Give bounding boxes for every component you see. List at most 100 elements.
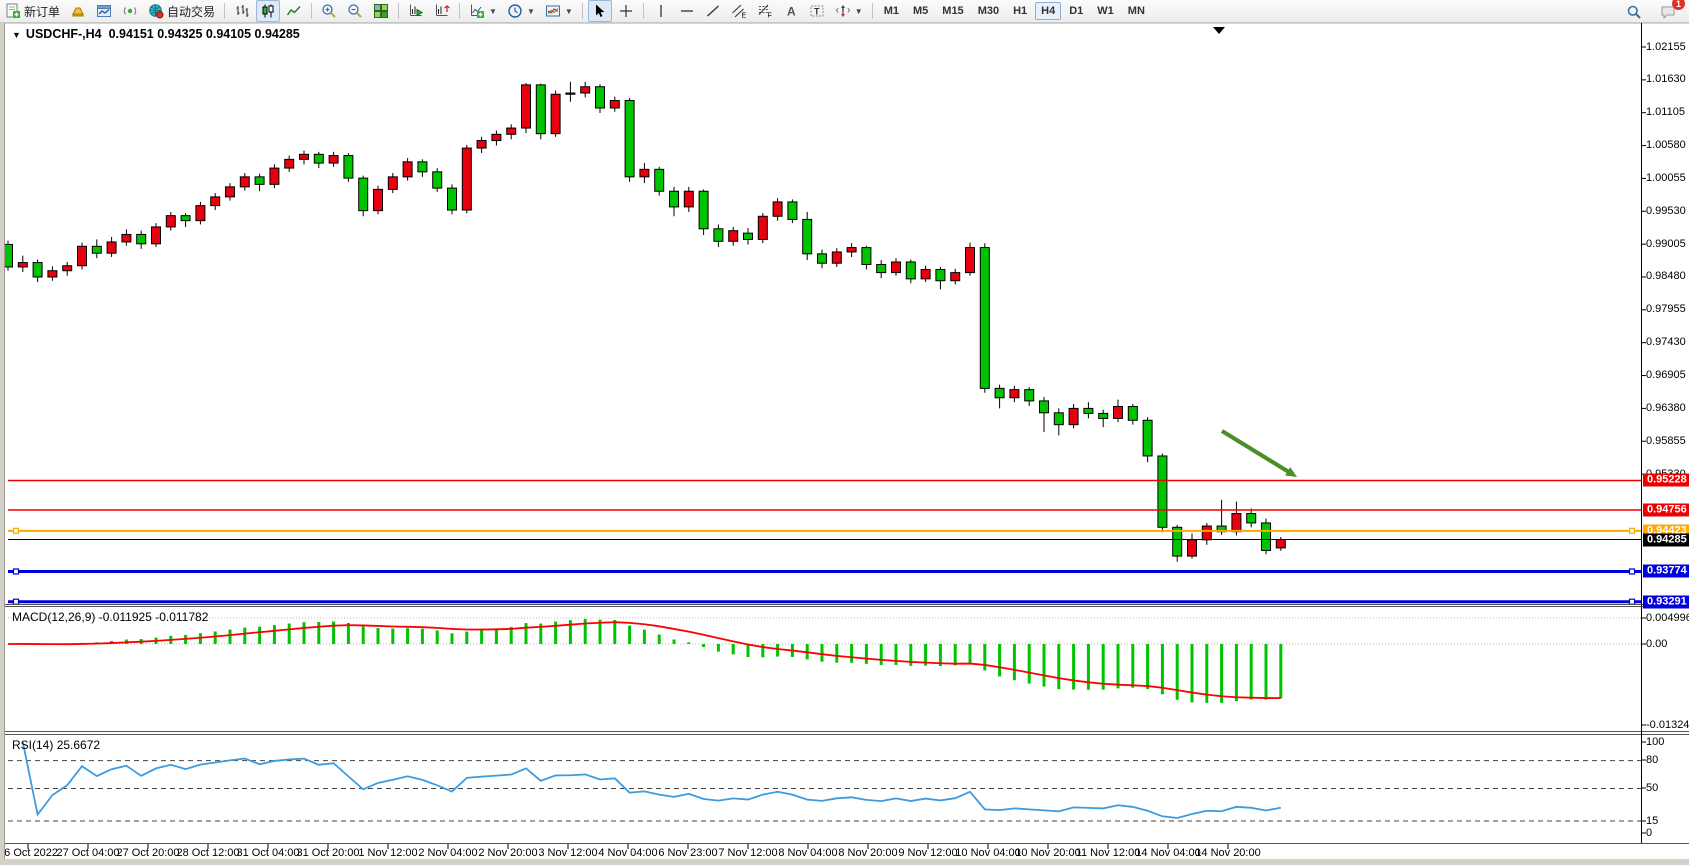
timeframe-M1[interactable]: M1 (878, 2, 905, 20)
price-axis-label: 0.99530 (1646, 205, 1686, 217)
timeframe-H4[interactable]: H4 (1035, 2, 1061, 20)
new-order-button[interactable]: 新订单 (1, 0, 64, 22)
candle-body (1232, 514, 1241, 532)
chart-canvas[interactable] (0, 0, 1689, 865)
macd-axis-label: 0.00 (1646, 638, 1667, 650)
candle-body (522, 85, 531, 128)
macd-axis-label: 0.004996 (1646, 612, 1689, 624)
candle-body (566, 93, 575, 94)
text-tool-button[interactable]: A (779, 0, 803, 22)
horizontal-line-tool-button[interactable] (675, 0, 699, 22)
notifications-button[interactable]: 1 (1656, 1, 1680, 23)
hline-handle[interactable] (14, 569, 19, 574)
macd-label: MACD(12,26,9) (12, 610, 95, 624)
toolbar-separator (224, 3, 225, 19)
gold-button[interactable] (66, 0, 90, 22)
line-chart-type-button[interactable] (282, 0, 306, 22)
candle-body (255, 177, 264, 185)
svg-text:T: T (814, 7, 820, 17)
trendline-tool-button[interactable] (701, 0, 725, 22)
timeframe-W1[interactable]: W1 (1091, 2, 1120, 20)
hline-handle[interactable] (1630, 569, 1635, 574)
zoom-in-button[interactable] (317, 0, 341, 22)
time-axis-label: 14 Nov 20:00 (1195, 847, 1260, 859)
candle-body (1114, 407, 1123, 419)
indicators-button[interactable]: ▼ (465, 0, 501, 22)
timeframe-MN[interactable]: MN (1122, 2, 1151, 20)
chart-shift-button[interactable] (430, 0, 454, 22)
hline-handle[interactable] (1630, 528, 1635, 533)
new-order-label: 新订单 (24, 3, 60, 20)
candle-body (1262, 523, 1271, 551)
price-axis-label: 1.00580 (1646, 139, 1686, 151)
timeframe-D1[interactable]: D1 (1063, 2, 1089, 20)
toolbar-separator (582, 3, 583, 19)
candle-body (758, 216, 767, 239)
gold-icon (70, 3, 86, 19)
fibonacci-tool-button[interactable]: F (753, 0, 777, 22)
time-axis-label: 4 Nov 04:00 (598, 847, 657, 859)
periods-button[interactable]: ▼ (503, 0, 539, 22)
hline-handle[interactable] (14, 599, 19, 604)
candle-body (196, 206, 205, 221)
time-axis-label: 1 Nov 12:00 (358, 847, 417, 859)
templates-button[interactable]: ▼ (541, 0, 577, 22)
toolbar-separator (311, 3, 312, 19)
price-axis-label: 0.98480 (1646, 270, 1686, 282)
hline-handle[interactable] (1630, 599, 1635, 604)
trend-arrow-line[interactable] (1222, 431, 1292, 474)
candle-body (33, 263, 42, 277)
search-button[interactable] (1622, 1, 1646, 23)
arrows-tool-button[interactable]: ▼ (831, 0, 867, 22)
bar-chart-type-button[interactable] (230, 0, 254, 22)
candle-body (418, 162, 427, 172)
candle-body (211, 197, 220, 206)
signal-button[interactable] (118, 0, 142, 22)
mt4-window: 新订单 自动交易 (0, 0, 1689, 865)
candle-body (344, 156, 353, 179)
timeframe-H1[interactable]: H1 (1007, 2, 1033, 20)
candle-body (684, 191, 693, 207)
candle-body (48, 271, 57, 277)
time-axis-label: 27 Oct 20:00 (117, 847, 180, 859)
zoom-out-button[interactable] (343, 0, 367, 22)
rsi-label: RSI(14) (12, 738, 53, 752)
auto-trading-button[interactable]: 自动交易 (144, 0, 219, 22)
candle-body (462, 148, 471, 210)
fibonacci-icon: F (757, 3, 773, 19)
candle-body (166, 216, 175, 227)
one-click-trading-toggle[interactable]: ▼ (12, 30, 21, 40)
macd-values: -0.011925 -0.011782 (99, 610, 209, 624)
candle-body (1054, 413, 1063, 425)
timeframe-M5[interactable]: M5 (907, 2, 934, 20)
price-axis-label: 0.96380 (1646, 402, 1686, 414)
candlestick-chart-type-button[interactable] (256, 0, 280, 22)
candle-body (314, 154, 323, 163)
candle-body (285, 159, 294, 168)
crosshair-tool-button[interactable] (614, 0, 638, 22)
candle-body (714, 229, 723, 242)
chart-window-button[interactable] (92, 0, 116, 22)
hline-handle[interactable] (14, 528, 19, 533)
auto-scroll-button[interactable] (404, 0, 428, 22)
equidistant-channel-icon: E (731, 3, 747, 19)
cursor-tool-button[interactable] (588, 0, 612, 22)
candle-body (610, 101, 619, 109)
arrow-objects-icon (835, 3, 851, 19)
text-label-tool-button[interactable]: T (805, 0, 829, 22)
candle-body (63, 266, 72, 271)
rsi-line (23, 742, 1281, 818)
candle-body (1276, 540, 1285, 548)
rsi-value: 25.6672 (57, 738, 100, 752)
timeframe-M30[interactable]: M30 (972, 2, 1005, 20)
candlestick-chart-icon (260, 3, 276, 19)
channel-tool-button[interactable]: E (727, 0, 751, 22)
candle-body (122, 234, 131, 242)
time-axis-label: 8 Nov 04:00 (778, 847, 837, 859)
tile-windows-button[interactable] (369, 0, 393, 22)
price-axis-label: 0.96905 (1646, 369, 1686, 381)
price-axis-label: 0.99005 (1646, 238, 1686, 250)
timeframe-M15[interactable]: M15 (936, 2, 969, 20)
chevron-down-icon: ▼ (855, 7, 863, 16)
vertical-line-tool-button[interactable] (649, 0, 673, 22)
